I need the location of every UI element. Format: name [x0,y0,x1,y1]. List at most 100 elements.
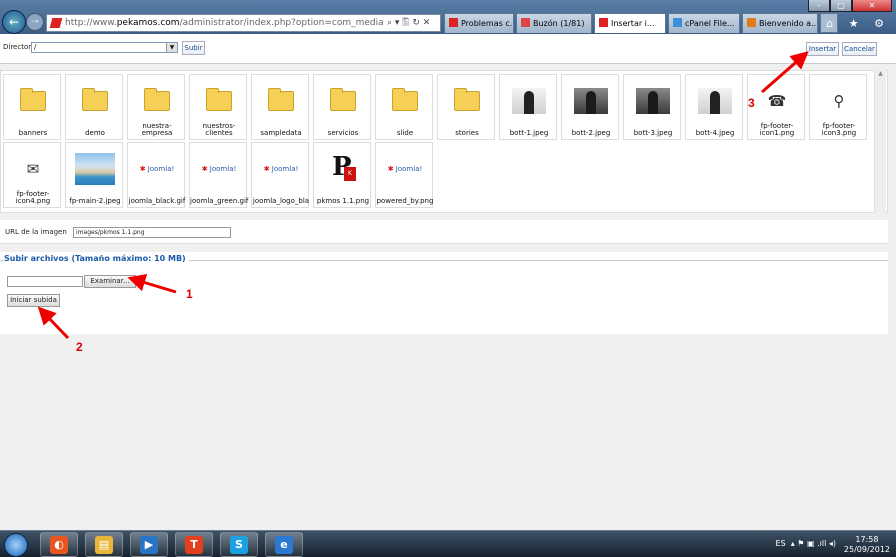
browser-tab[interactable]: Insertar i... [594,13,666,33]
media-filename: nuestra- empresa [141,122,173,137]
start-upload-button[interactable]: Iniciar subida [7,294,60,307]
directory-select[interactable]: / ▼ [31,42,178,53]
media-filename: fp-footer- icon1.png [759,122,795,137]
media-file[interactable]: bott-1.jpeg [499,74,557,140]
up-directory-button[interactable]: Subir [182,41,205,55]
photo-thumbnail [636,88,670,114]
close-window-button[interactable]: ✕ [852,0,892,12]
system-tray[interactable]: ES ▴ ⚑ ▣ .ıll ◂) [776,539,837,548]
media-folder[interactable]: stories [437,74,495,140]
joomla-logo-icon: ✱ Joomla! [139,165,175,173]
media-filename: fp-footer- icon3.png [821,122,857,137]
photo-thumbnail [75,153,115,185]
tab-favicon-icon [747,18,756,27]
browser-tab[interactable]: Problemas c... [444,13,514,33]
media-thumbnail [72,81,118,121]
media-filename: bott-4.jpeg [695,129,735,137]
media-file[interactable]: ✉ fp-footer- icon4.png [3,142,61,208]
address-bar[interactable]: http://www.pekamos.com/administrator/ind… [46,14,441,32]
tab-strip: Problemas c... Buzón (1/81) Insertar i... c… [444,13,838,33]
footer-icon: ☎ [767,92,787,110]
annotation-3: 3 [748,96,755,110]
image-url-label: URL de la imagen [5,228,67,236]
media-file[interactable]: bott-2.jpeg [561,74,619,140]
ie-toolbar-icons[interactable]: ⌂ ★ ⚙ [826,17,890,30]
media-folder[interactable]: slide [375,74,433,140]
media-file[interactable]: P K pkmos 1.1.png [313,142,371,208]
media-thumbnail [258,81,304,121]
media-thumbnail [692,81,738,121]
folder-icon [144,88,170,111]
media-filename: pkmos 1.1.png [316,197,370,205]
media-thumbnail [10,81,56,121]
scroll-up-icon[interactable]: ▲ [875,70,886,77]
media-thumbnail [134,81,180,121]
insert-button[interactable]: Insertar [806,42,839,56]
media-thumbnail: ☎ [754,81,800,121]
browser-tab[interactable]: Bienvenido a... [742,13,818,33]
address-controls[interactable]: ⌕ ▾ 🖺 ↻ ✕ [387,15,430,31]
media-file[interactable]: ✱ Joomla! joomla_logo_bla [251,142,309,208]
media-filename: stories [455,129,479,137]
minimize-button[interactable]: – [808,0,830,12]
media-folder[interactable]: nuestra- empresa [127,74,185,140]
folder-icon [82,88,108,111]
image-url-input[interactable]: images/pkmos 1.1.png [73,227,231,238]
taskbar-button[interactable]: ◐ [40,532,78,557]
back-button[interactable]: ← [2,10,26,34]
taskbar-button[interactable]: ▤ [85,532,123,557]
forward-button[interactable]: → [26,13,44,31]
pkmos-logo-icon: PK [330,153,356,185]
media-thumbnail [568,81,614,121]
media-thumbnail: ⚲ [816,81,862,121]
media-file[interactable]: fp-main-2.jpeg [65,142,123,208]
media-folder[interactable]: demo [65,74,123,140]
media-folder[interactable]: banners [3,74,61,140]
file-input[interactable] [7,276,83,287]
upload-legend: Subir archivos (Tamaño máximo: 10 MB) [4,254,189,263]
media-filename: bott-3.jpeg [633,129,673,137]
taskbar-button[interactable]: ▶ [130,532,168,557]
media-file[interactable]: ✱ Joomla! powered_by.png [375,142,433,208]
browse-button[interactable]: Examinar... [84,275,136,288]
maximize-button[interactable]: □ [830,0,852,12]
media-thumbnail: ✉ [10,149,56,189]
footer-icon: ⚲ [833,92,845,110]
media-folder[interactable]: sampledata [251,74,309,140]
media-scrollbar[interactable]: ▲ [874,70,886,213]
internet-explorer-icon: e [275,535,293,554]
taskbar-button[interactable]: S [220,532,258,557]
folder-icon [206,88,232,111]
start-button[interactable] [4,533,28,557]
photo-thumbnail [512,88,546,114]
media-thumbnail [630,81,676,121]
media-filename: joomla_black.gif [128,197,186,205]
media-folder[interactable]: servicios [313,74,371,140]
chrome-like-icon: ◐ [50,535,68,554]
photo-thumbnail [698,88,732,114]
media-file[interactable]: ⚲ fp-footer- icon3.png [809,74,867,140]
joomla-logo-icon: ✱ Joomla! [201,165,237,173]
media-file[interactable]: ☎ fp-footer- icon1.png [747,74,805,140]
media-file[interactable]: bott-3.jpeg [623,74,681,140]
tab-label: cPanel File... [685,19,735,28]
browser-tab[interactable]: cPanel File... [668,13,740,33]
tab-label: Insertar i... [611,19,655,28]
browser-tab[interactable]: Buzón (1/81) [516,13,592,33]
clock[interactable]: 17:58 25/09/2012 [844,535,890,555]
media-thumbnail [506,81,552,121]
folder-icon [20,88,46,111]
taskbar-button[interactable]: e [265,532,303,557]
media-file[interactable]: ✱ Joomla! joomla_black.gif [127,142,185,208]
media-folder[interactable]: nuestros- clientes [189,74,247,140]
folder-icon [268,88,294,111]
cancel-button[interactable]: Cancelar [842,42,877,56]
taskbar-button[interactable]: T [175,532,213,557]
media-file[interactable]: bott-4.jpeg [685,74,743,140]
folder-icon [330,88,356,111]
tab-favicon-icon [449,18,458,27]
media-manager-page: Directorio / ▼ Subir Insertar Cancelar ba… [0,34,896,530]
media-file[interactable]: ✱ Joomla! joomla_green.gif [189,142,248,208]
media-filename: joomla_logo_bla [252,197,310,205]
image-url-row: URL de la imagen images/pkmos 1.1.png [0,220,888,244]
